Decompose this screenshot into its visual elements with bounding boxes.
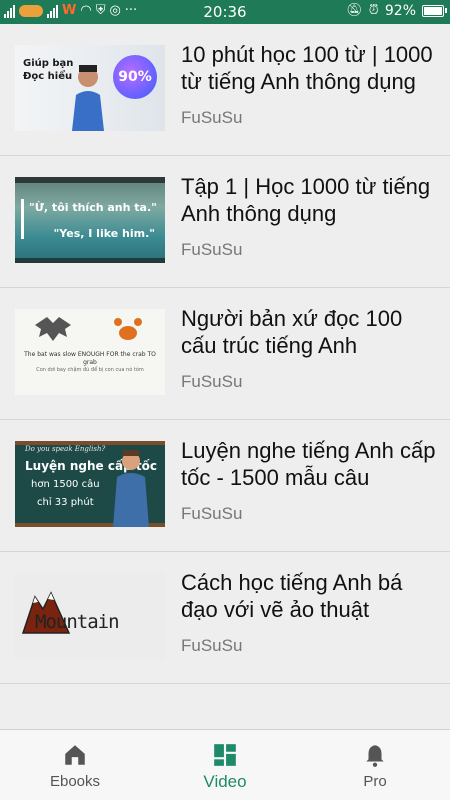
status-bar: W ◠ ⛨ ◎ ··· 20:36 🔕︎ ⏰︎ 92% [0,0,450,24]
nav-label: Ebooks [49,773,101,790]
video-thumbnail[interactable]: Mountain [15,573,165,659]
bell-off-icon: 🔕︎ [346,3,363,18]
thumbnail-header-bar [15,177,165,183]
dashboard-icon [214,744,236,766]
thumbnail-marker [21,199,24,239]
video-item[interactable]: Mountain Cách học tiếng Anh bá đạo với v… [0,552,450,684]
thumbnail-footer-bar [15,258,165,263]
thumbnail-text: The bat was slow ENOUGH FOR the crab TO … [24,351,156,366]
thumbnail-text: hơn 1500 câu [31,479,100,490]
presenter-image [72,65,104,131]
video-author: FuSuSu [181,504,243,523]
home-icon [65,745,85,765]
nav-item-pro[interactable]: Pro [300,730,450,800]
thumbnail-text: "Yes, I like him." [53,227,155,240]
nav-label: Pro [363,773,387,790]
video-author: FuSuSu [181,636,243,655]
presenter-image [113,450,149,527]
video-title[interactable]: Người bản xứ đọc 100 cấu trúc tiếng Anh [181,305,439,359]
video-title[interactable]: Luyện nghe tiếng Anh cấp tốc - 1500 mẫu … [181,437,439,491]
video-author: FuSuSu [181,372,243,391]
nav-label: Video [203,772,247,791]
bottom-navigation: Ebooks Video Pro [0,729,450,800]
thumbnail-text: "Ừ, tôi thích anh ta." [29,201,157,214]
video-thumbnail[interactable]: Giúp bạn Đọc hiểu 90% [15,45,165,131]
thumbnail-caption: Giúp bạn Đọc hiểu [23,57,73,83]
crab-illustration [114,318,142,340]
thumbnail-text: Giúp bạn [23,58,74,69]
video-item[interactable]: Giúp bạn Đọc hiểu 90% 10 phút học 100 từ… [0,24,450,156]
status-right-icons: 🔕︎ ⏰︎ 92% [346,3,447,19]
video-title[interactable]: Tập 1 | Học 1000 từ tiếng Anh thông dụng [181,173,439,227]
video-title[interactable]: 10 phút học 100 từ | 1000 từ tiếng Anh t… [181,41,439,95]
video-title[interactable]: Cách học tiếng Anh bá đạo với vẽ ảo thuậ… [181,569,439,623]
thumbnail-text: chỉ 33 phút [37,497,94,508]
video-list[interactable]: Giúp bạn Đọc hiểu 90% 10 phút học 100 từ… [0,24,450,729]
nav-item-ebooks[interactable]: Ebooks [0,730,150,800]
thumbnail-text: Mountain [35,611,120,633]
video-thumbnail[interactable]: The bat was slow ENOUGH FOR the crab TO … [15,309,165,395]
bell-icon [366,745,384,767]
thumbnail-text: Đọc hiểu [23,71,73,82]
video-item[interactable]: Do you speak English? Luyện nghe cấp tốc… [0,420,450,552]
battery-icon [422,5,447,17]
video-thumbnail[interactable]: "Ừ, tôi thích anh ta." "Yes, I like him.… [15,177,165,263]
alarm-icon: ⏰︎ [368,3,379,18]
video-thumbnail[interactable]: Do you speak English? Luyện nghe cấp tốc… [15,441,165,527]
battery-fill [424,7,443,15]
video-item[interactable]: "Ừ, tôi thích anh ta." "Yes, I like him.… [0,156,450,288]
nav-item-video[interactable]: Video [150,730,300,800]
thumbnail-text: Do you speak English? [25,445,106,453]
thumbnail-text: Con dơi bay chậm đủ để bị con cua nó tóm [36,367,144,373]
video-author: FuSuSu [181,240,243,259]
video-item[interactable]: The bat was slow ENOUGH FOR the crab TO … [0,288,450,420]
battery-percent: 92% [384,3,416,19]
percent-badge: 90% [113,55,157,99]
video-author: FuSuSu [181,108,243,127]
bat-illustration [35,317,71,341]
